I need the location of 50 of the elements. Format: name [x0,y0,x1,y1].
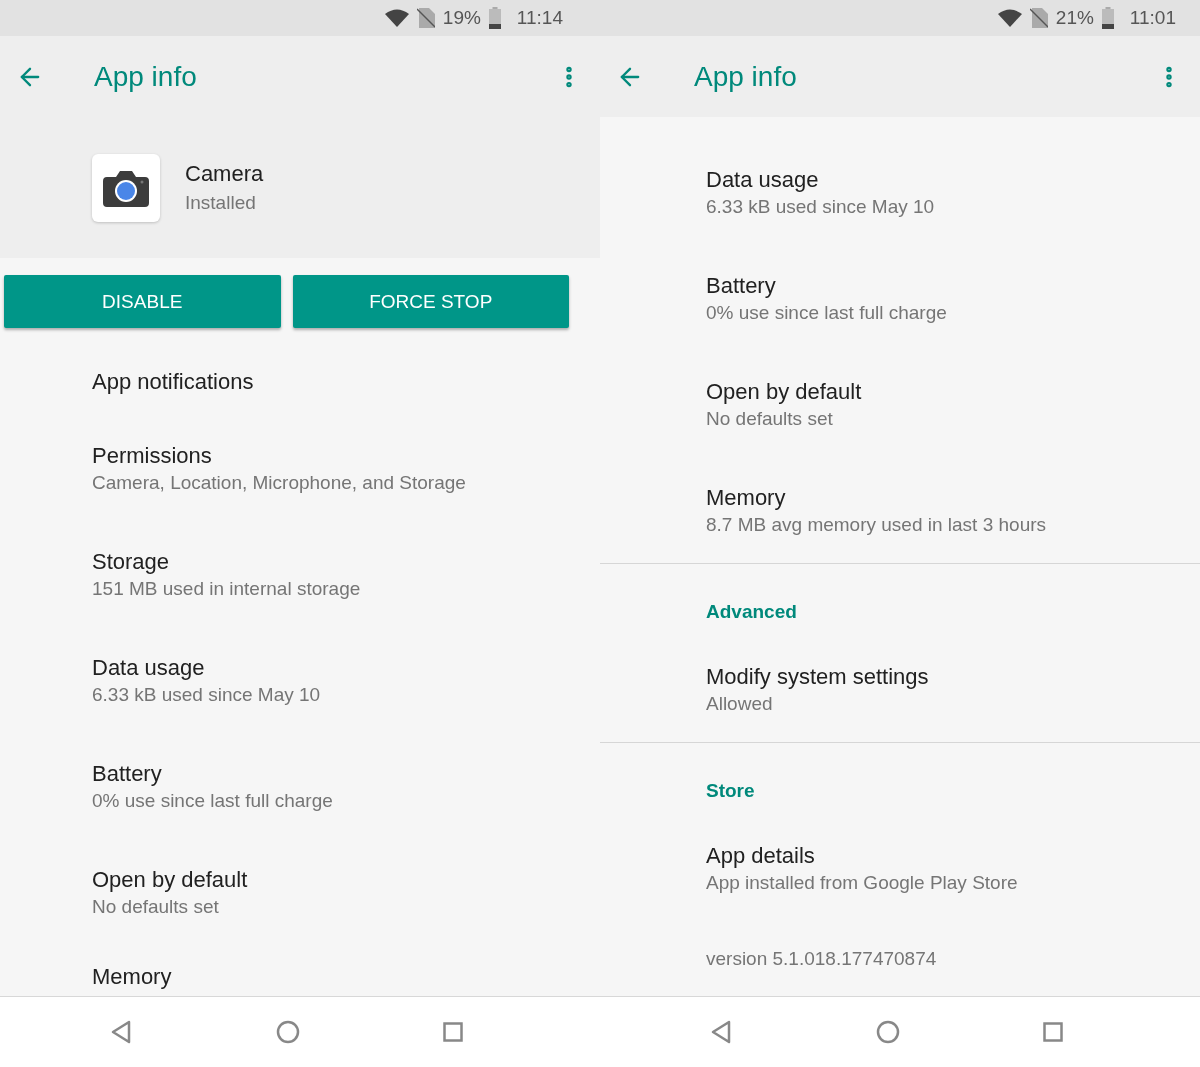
setting-summary: 8.7 MB avg memory used in last 3 hours [706,513,1048,537]
battery-percentage: 21% [1055,7,1094,29]
setting-summary: Camera, Location, Microphone, and Storage [92,471,467,495]
setting-summary: 6.33 kB used since May 10 [706,195,936,219]
setting-title[interactable]: Open by default [92,867,580,893]
camera-icon [103,168,149,207]
wifi-icon [384,9,409,27]
screen-title: App info [694,60,798,93]
section-header: Advanced [705,600,798,624]
clock-time: 11:14 [516,7,563,29]
screen-title: App info [94,60,198,93]
back-nav-icon[interactable] [110,1020,132,1044]
setting-title[interactable]: Memory [92,964,580,990]
home-nav-icon[interactable] [275,1020,300,1044]
setting-summary: 0% use since last full charge [706,301,948,325]
setting-summary: 0% use since last full charge [92,789,334,813]
wifi-icon [997,9,1022,27]
setting-title[interactable]: Modify system settings [706,664,1180,690]
setting-title[interactable]: Open by default [706,379,1180,405]
home-nav-icon[interactable] [875,1020,900,1044]
setting-title[interactable]: Battery [92,761,580,787]
action-button[interactable]: DISABLE [4,275,281,328]
setting-summary: 151 MB used in internal storage [92,577,362,601]
no-sim-icon [416,8,435,28]
section-header: Store [705,779,756,803]
setting-title[interactable]: Permissions [92,443,580,469]
setting-title[interactable]: Data usage [706,167,1180,193]
setting-title[interactable]: Memory [706,485,1180,511]
setting-summary: 6.33 kB used since May 10 [92,683,322,707]
setting-summary: Allowed [706,692,774,716]
setting-summary: No defaults set [706,407,834,431]
setting-title[interactable]: Battery [706,273,1180,299]
battery-icon [1101,7,1114,29]
recents-nav-icon[interactable] [443,1022,463,1042]
battery-percentage: 19% [442,7,481,29]
recents-nav-icon[interactable] [1043,1022,1063,1042]
setting-title[interactable]: Data usage [92,655,580,681]
action-button[interactable]: FORCE STOP [292,275,569,328]
back-nav-icon[interactable] [710,1020,732,1044]
app-status: Installed [185,190,257,215]
app-name: Camera [185,159,264,188]
setting-title[interactable]: App notifications [92,369,580,395]
setting-summary: No defaults set [92,895,220,919]
battery-icon [488,7,501,29]
setting-summary: App installed from Google Play Store [706,871,1019,895]
setting-title[interactable]: Storage [92,549,580,575]
no-sim-icon [1029,8,1048,28]
version-text: version 5.1.018.177470874 [705,947,938,971]
setting-title[interactable]: App details [706,843,1180,869]
clock-time: 11:01 [1129,7,1176,29]
